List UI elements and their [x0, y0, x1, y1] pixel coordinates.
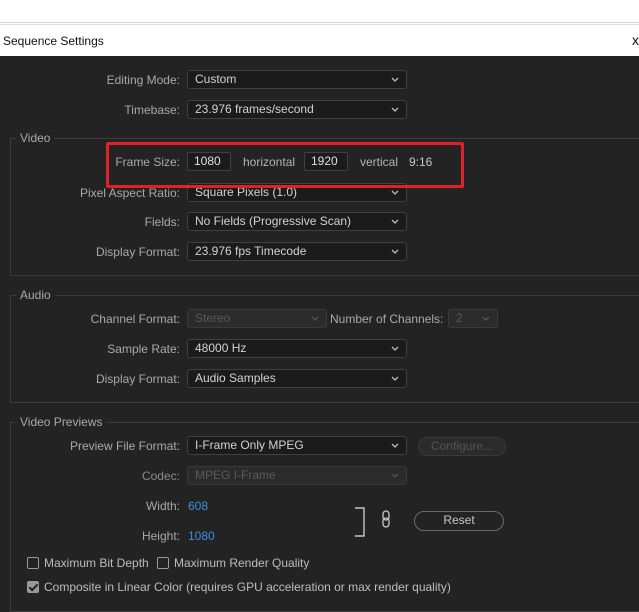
- height-label: Height:: [141, 529, 180, 543]
- pixel-aspect-label: Pixel Aspect Ratio:: [79, 186, 180, 200]
- dialog-titlebar: Sequence Settings x: [0, 24, 639, 56]
- channel-format-label: Channel Format:: [90, 312, 180, 326]
- max-render-quality-checkbox[interactable]: [157, 557, 169, 569]
- dialog-title: Sequence Settings: [3, 34, 104, 48]
- video-section-title: Video: [16, 131, 55, 145]
- width-label: Width:: [145, 499, 180, 513]
- chevron-down-icon: [391, 219, 399, 224]
- chevron-down-icon: [482, 316, 490, 321]
- chain-link-icon[interactable]: [380, 510, 392, 528]
- configure-button[interactable]: Configure...: [418, 437, 506, 456]
- channel-format-select[interactable]: Stereo: [187, 309, 327, 328]
- audio-display-format-value: Audio Samples: [195, 371, 276, 385]
- preview-format-label: Preview File Format:: [69, 439, 180, 453]
- fields-value: No Fields (Progressive Scan): [195, 214, 352, 228]
- chevron-down-icon: [391, 77, 399, 82]
- max-render-quality-label: Maximum Render Quality: [174, 556, 310, 570]
- max-bit-depth-checkbox[interactable]: [27, 557, 39, 569]
- timebase-label: Timebase:: [124, 103, 180, 117]
- linear-color-checkbox[interactable]: [27, 581, 39, 593]
- num-channels-label: Number of Channels:: [330, 312, 444, 326]
- chevron-down-icon: [391, 473, 399, 478]
- codec-label: Codec:: [141, 469, 180, 483]
- video-display-format-select[interactable]: 23.976 fps Timecode: [187, 242, 407, 261]
- fields-select[interactable]: No Fields (Progressive Scan): [187, 212, 407, 231]
- preview-format-select[interactable]: I-Frame Only MPEG: [187, 436, 407, 455]
- codec-value: MPEG I-Frame: [195, 468, 276, 482]
- max-bit-depth-label: Maximum Bit Depth: [44, 556, 149, 570]
- num-channels-select[interactable]: 2: [448, 309, 498, 328]
- editing-mode-label: Editing Mode:: [106, 73, 180, 87]
- audio-section-title: Audio: [16, 288, 55, 302]
- num-channels-value: 2: [456, 311, 463, 325]
- chevron-down-icon: [391, 346, 399, 351]
- chevron-down-icon: [391, 107, 399, 112]
- frame-size-highlight: [106, 142, 464, 188]
- video-display-format-label: Display Format:: [95, 245, 180, 259]
- video-display-format-value: 23.976 fps Timecode: [195, 244, 307, 258]
- reset-button[interactable]: Reset: [414, 511, 504, 531]
- audio-display-format-select[interactable]: Audio Samples: [187, 369, 407, 388]
- preview-format-value: I-Frame Only MPEG: [195, 438, 304, 452]
- window-top-strip: [0, 0, 639, 24]
- chevron-down-icon: [391, 249, 399, 254]
- channel-format-value: Stereo: [195, 311, 231, 325]
- top-divider: [0, 22, 639, 23]
- editing-mode-value: Custom: [195, 72, 237, 86]
- editing-mode-select[interactable]: Custom: [187, 70, 407, 89]
- chevron-down-icon: [391, 376, 399, 381]
- sample-rate-value: 48000 Hz: [195, 341, 247, 355]
- sample-rate-label: Sample Rate:: [107, 342, 180, 356]
- fields-label: Fields:: [144, 215, 180, 229]
- video-previews-section-title: Video Previews: [16, 415, 107, 429]
- chevron-down-icon: [311, 316, 319, 321]
- sample-rate-select[interactable]: 48000 Hz: [187, 339, 407, 358]
- chevron-down-icon: [391, 443, 399, 448]
- link-bracket: [355, 507, 365, 537]
- linear-color-label: Composite in Linear Color (requires GPU …: [44, 580, 451, 594]
- audio-display-format-label: Display Format:: [95, 372, 180, 386]
- width-value[interactable]: 608: [188, 499, 208, 513]
- timebase-select[interactable]: 23.976 frames/second: [187, 100, 407, 119]
- height-value[interactable]: 1080: [188, 529, 215, 543]
- close-icon[interactable]: x: [632, 32, 639, 48]
- timebase-value: 23.976 frames/second: [195, 102, 314, 116]
- codec-select[interactable]: MPEG I-Frame: [187, 466, 407, 485]
